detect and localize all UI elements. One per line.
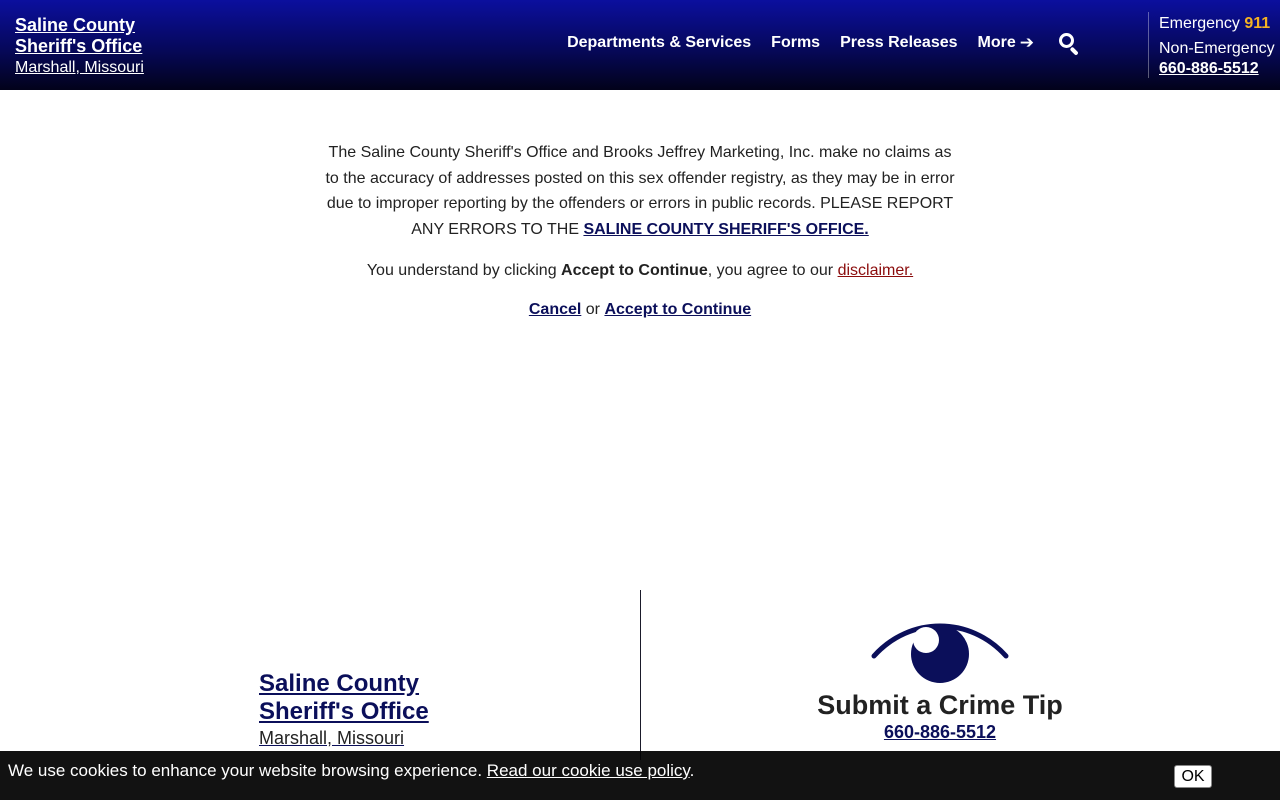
search-icon[interactable] [1058,32,1080,56]
non-emergency-phone[interactable]: 660-886-5512 [1159,60,1275,78]
emergency-label: Emergency [1159,15,1240,32]
cookie-trailing: . [689,761,695,780]
accept-continue-link[interactable]: Accept to Continue [604,301,751,318]
agreement-text: You understand by clicking Accept to Con… [320,258,960,283]
footer-brand-line2: Sheriff's Office [259,698,429,725]
crime-tip-section: Submit a Crime Tip 660-886-5512 [780,620,1100,743]
nav-more[interactable]: More ➔ [978,33,1034,53]
main-nav: Departments & Services Forms Press Relea… [547,32,1080,56]
brand-name-line1: Saline County [15,15,136,35]
report-errors-link[interactable]: SALINE COUNTY SHERIFF'S OFFICE. [583,221,868,238]
consent-actions: Cancel or Accept to Continue [320,297,960,322]
header-contact: Emergency 911 Non-Emergency 660-886-5512 [1159,13,1275,78]
cookie-banner: We use cookies to enhance your website b… [0,751,1280,800]
non-emergency-label: Non-Emergency [1159,40,1275,57]
cookie-message: We use cookies to enhance your website b… [8,760,694,782]
nav-press-releases[interactable]: Press Releases [840,34,957,52]
footer-divider [640,590,641,760]
crime-tip-title: Submit a Crime Tip [817,690,1063,720]
cancel-link[interactable]: Cancel [529,301,581,318]
nav-forms[interactable]: Forms [771,34,820,52]
agree-mid: , you agree to our [707,262,838,279]
nav-departments-services[interactable]: Departments & Services [567,34,751,52]
brand-location: Marshall, Missouri [15,59,144,76]
crime-tip-phone[interactable]: 660-886-5512 [884,722,996,743]
brand-name-line2: Sheriff's Office [15,36,143,56]
nav-more-label: More [977,34,1016,51]
cookie-ok-button[interactable]: OK [1174,765,1212,788]
disclaimer-link[interactable]: disclaimer. [838,262,914,279]
disclaimer-text: The Saline County Sheriff's Office and B… [320,140,960,242]
header-divider [1148,12,1149,78]
arrow-right-icon: ➔ [1019,33,1034,52]
footer-brand-line1: Saline County [259,670,420,697]
emergency-number[interactable]: 911 [1244,15,1270,32]
footer-logo-link[interactable]: Saline County Sheriff's Office Marshall,… [259,670,429,750]
site-header: Saline County Sheriff's Office Marshall,… [0,0,1280,90]
agree-bold: Accept to Continue [561,262,708,279]
footer-brand-location: Marshall, Missouri [259,728,405,748]
or-text: or [581,301,605,318]
cookie-text: We use cookies to enhance your website b… [8,761,487,780]
cookie-policy-link[interactable]: Read our cookie use policy [487,761,690,780]
agree-prefix: You understand by clicking [366,262,562,279]
site-logo-link[interactable]: Saline County Sheriff's Office Marshall,… [15,15,144,78]
eye-icon [871,623,1009,683]
